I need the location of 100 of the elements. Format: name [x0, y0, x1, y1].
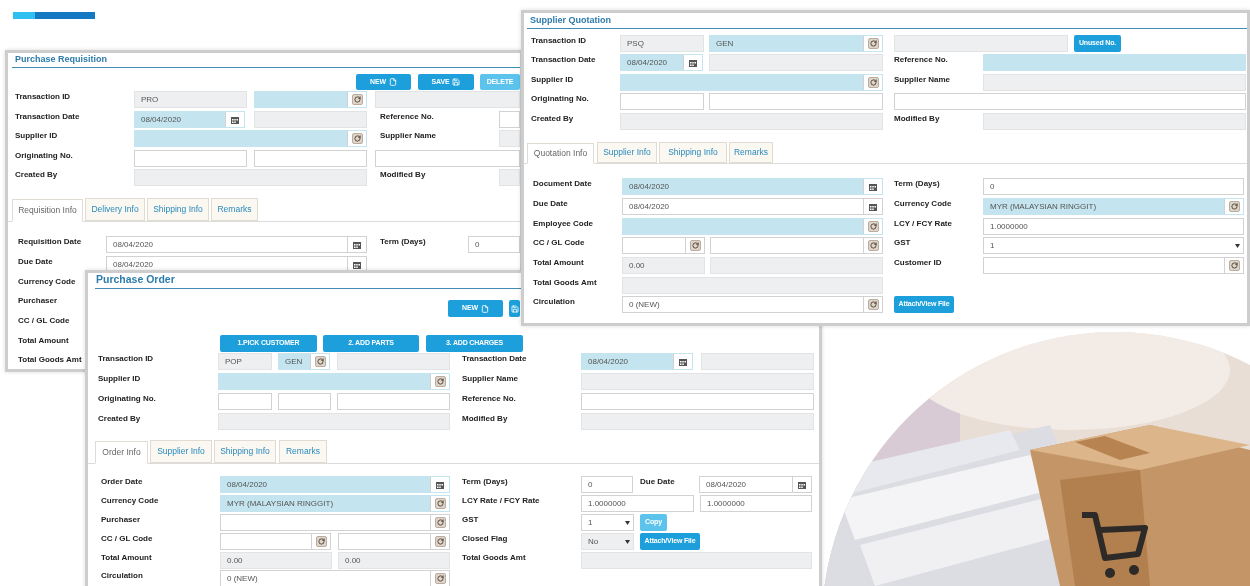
refresh-icon[interactable] [315, 536, 327, 547]
input-field[interactable] [709, 54, 883, 71]
tab[interactable]: Delivery Info [85, 198, 145, 221]
tab[interactable]: Order Info [95, 441, 148, 464]
select-field[interactable]: 1 [581, 514, 634, 531]
input-field[interactable] [134, 169, 367, 186]
input-field[interactable]: GEN [278, 353, 330, 370]
tab[interactable]: Remarks [729, 142, 773, 163]
input-field[interactable] [254, 150, 367, 167]
input-field[interactable]: 08/04/2020 [620, 54, 703, 71]
refresh-icon[interactable] [867, 77, 879, 88]
input-field[interactable] [337, 393, 450, 410]
calendar-icon[interactable] [353, 240, 361, 249]
input-field[interactable] [337, 353, 450, 370]
select-field[interactable]: 1 [983, 237, 1244, 254]
input-field[interactable] [134, 150, 247, 167]
tab[interactable]: Remarks [279, 440, 327, 463]
refresh-icon[interactable] [1228, 260, 1240, 271]
input-field[interactable]: 0.00 [338, 552, 450, 569]
input-field[interactable]: 08/04/2020 [106, 236, 367, 253]
calendar-icon[interactable] [869, 182, 877, 191]
input-field[interactable] [581, 413, 814, 430]
input-field[interactable] [620, 74, 883, 91]
tab[interactable]: Shipping Info [659, 142, 727, 163]
refresh-icon[interactable] [1228, 201, 1240, 212]
input-field[interactable]: 08/04/2020 [622, 198, 883, 215]
input-field[interactable]: 0 (NEW) [220, 570, 450, 586]
caret-icon[interactable] [1234, 243, 1240, 248]
input-field[interactable]: MYR (MALAYSIAN RINGGIT) [220, 495, 450, 512]
input-field[interactable] [983, 54, 1246, 71]
refresh-icon[interactable] [434, 573, 446, 584]
input-field[interactable] [338, 533, 450, 550]
input-field[interactable]: 0 [581, 476, 633, 493]
refresh-icon[interactable] [867, 38, 879, 49]
input-field[interactable] [710, 237, 883, 254]
input-field[interactable]: GEN [709, 35, 883, 52]
caret-icon[interactable] [624, 539, 630, 544]
calendar-icon[interactable] [436, 480, 444, 489]
tab[interactable]: Remarks [211, 198, 258, 221]
input-field[interactable]: PRO [134, 91, 247, 108]
refresh-icon[interactable] [867, 221, 879, 232]
input-field[interactable] [710, 257, 883, 274]
input-field[interactable] [894, 35, 1068, 52]
input-field[interactable] [581, 393, 814, 410]
input-field[interactable]: 08/04/2020 [622, 178, 883, 195]
input-field[interactable] [218, 413, 450, 430]
input-field[interactable] [709, 93, 883, 110]
input-field[interactable] [220, 514, 450, 531]
input-field[interactable]: 1.0000000 [581, 495, 694, 512]
input-field[interactable]: 1.0000000 [983, 218, 1244, 235]
input-field[interactable]: 0 [468, 236, 520, 253]
refresh-icon[interactable] [867, 240, 879, 251]
tab[interactable]: Requisition Info [12, 199, 83, 222]
calendar-icon[interactable] [869, 202, 877, 211]
refresh-icon[interactable] [434, 517, 446, 528]
refresh-icon[interactable] [351, 133, 363, 144]
refresh-icon[interactable] [434, 536, 446, 547]
refresh-icon[interactable] [314, 356, 326, 367]
input-field[interactable] [218, 393, 272, 410]
input-field[interactable] [254, 91, 367, 108]
input-field[interactable]: 0.00 [622, 257, 705, 274]
input-field[interactable] [983, 113, 1246, 130]
input-field[interactable] [581, 552, 812, 569]
input-field[interactable] [983, 257, 1244, 274]
select-field[interactable]: No [581, 533, 634, 550]
input-field[interactable]: 08/04/2020 [699, 476, 812, 493]
refresh-icon[interactable] [867, 299, 879, 310]
input-field[interactable] [375, 150, 520, 167]
tab[interactable]: Shipping Info [214, 440, 276, 463]
tab[interactable]: Supplier Info [597, 142, 657, 163]
toolbar-button[interactable] [509, 300, 520, 317]
input-field[interactable] [499, 169, 520, 186]
caret-icon[interactable] [624, 520, 630, 525]
calendar-icon[interactable] [231, 115, 239, 124]
refresh-icon[interactable] [351, 94, 363, 105]
input-field[interactable] [894, 93, 1246, 110]
input-field[interactable] [218, 373, 450, 390]
input-field[interactable] [278, 393, 331, 410]
tab[interactable]: Supplier Info [150, 440, 212, 463]
input-field[interactable] [254, 111, 367, 128]
input-field[interactable] [499, 130, 520, 147]
input-field[interactable] [622, 218, 883, 235]
calendar-icon[interactable] [798, 480, 806, 489]
calendar-icon[interactable] [353, 260, 361, 269]
input-field[interactable] [134, 130, 367, 147]
input-field[interactable]: 08/04/2020 [581, 353, 693, 370]
input-field[interactable] [622, 277, 883, 294]
input-field[interactable] [499, 111, 520, 128]
input-field[interactable]: PSQ [620, 35, 704, 52]
input-field[interactable] [581, 373, 814, 390]
input-field[interactable]: POP [218, 353, 272, 370]
input-field[interactable]: MYR (MALAYSIAN RINGGIT) [983, 198, 1244, 215]
calendar-icon[interactable] [689, 58, 697, 67]
refresh-icon[interactable] [434, 376, 446, 387]
input-field[interactable]: 0 [983, 178, 1244, 195]
refresh-icon[interactable] [434, 498, 446, 509]
refresh-icon[interactable] [689, 240, 701, 251]
input-field[interactable] [220, 533, 331, 550]
input-field[interactable] [701, 353, 814, 370]
input-field[interactable]: 08/04/2020 [134, 111, 245, 128]
